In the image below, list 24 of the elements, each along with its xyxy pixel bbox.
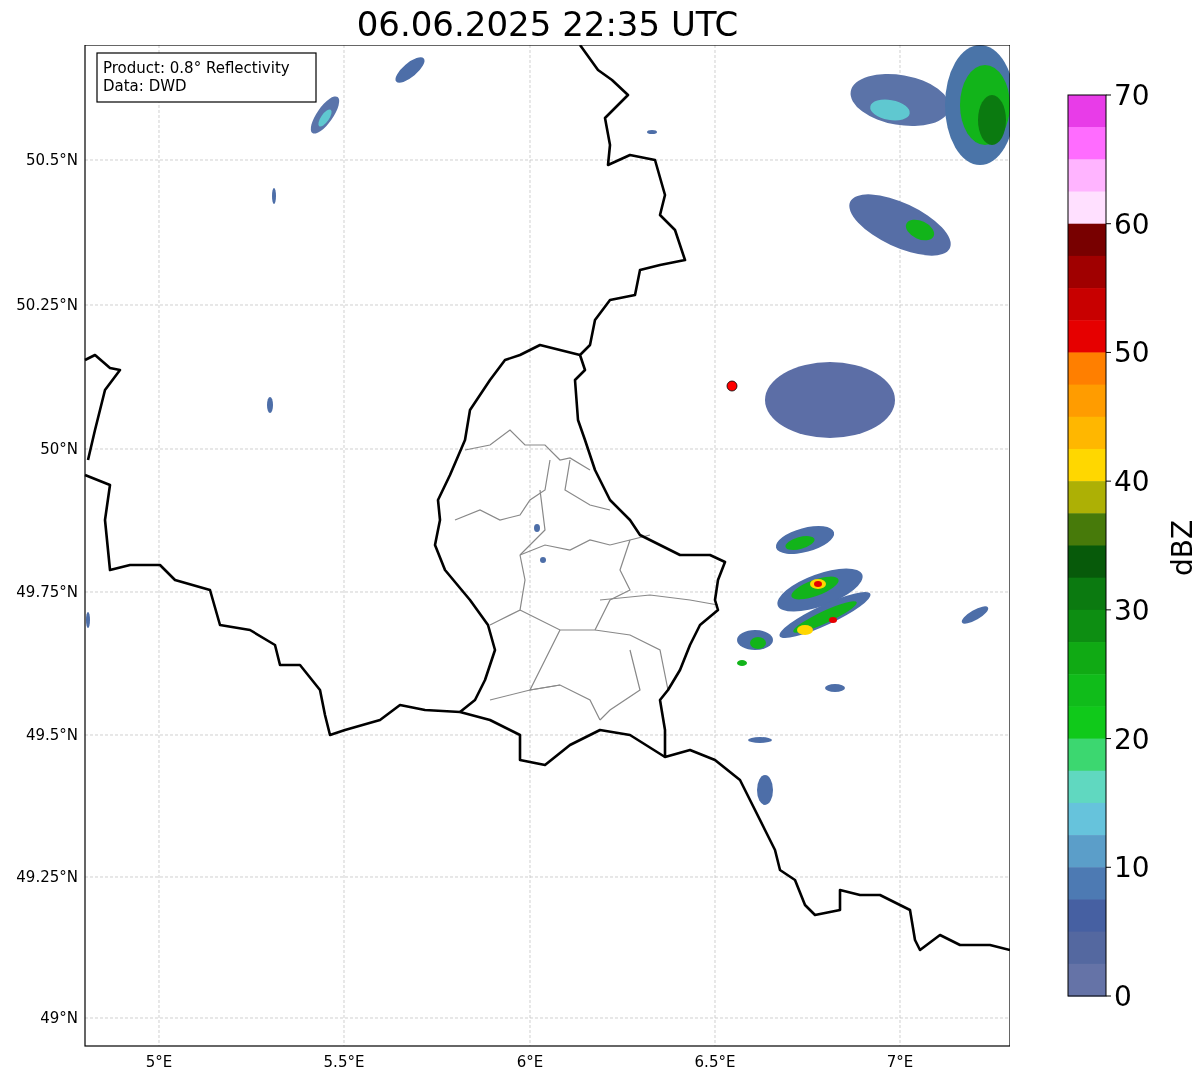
info-text: Product: 0.8° Reflectivity (103, 59, 290, 77)
latitude-label: 49.5°N (25, 726, 78, 744)
longitude-label: 6.5°E (694, 1053, 736, 1071)
longitude-label: 5°E (145, 1053, 173, 1071)
colorbar-tick-label: 0 (1114, 980, 1132, 1013)
longitude-label: 7°E (886, 1053, 914, 1071)
colorbar-tick-label: 10 (1114, 851, 1150, 885)
latitude-label: 50.5°N (25, 151, 78, 169)
colorbar-tick-label: 50 (1114, 336, 1150, 370)
colorbar-tick-label: 70 (1114, 79, 1150, 112)
colorbar-tick-label: 60 (1114, 207, 1150, 241)
chart-title: 06.06.2025 22:35 UTC (355, 3, 740, 45)
latitude-label: 50.25°N (16, 296, 78, 314)
latitude-label: 49.75°N (16, 583, 78, 601)
latitude-label: 50°N (40, 440, 78, 458)
colorbar-tick-label: 40 (1114, 465, 1150, 499)
colorbar-tick-label: 20 (1114, 722, 1150, 756)
info-text: Data: DWD (103, 77, 187, 95)
colorbar-tick-label: 30 (1114, 593, 1150, 627)
colorbar-label: dBZ (1166, 519, 1199, 577)
longitude-label: 6°E (516, 1053, 544, 1071)
latitude-label: 49.25°N (16, 868, 78, 886)
latitude-label: 49°N (40, 1009, 78, 1027)
longitude-label: 5.5°E (323, 1053, 365, 1071)
